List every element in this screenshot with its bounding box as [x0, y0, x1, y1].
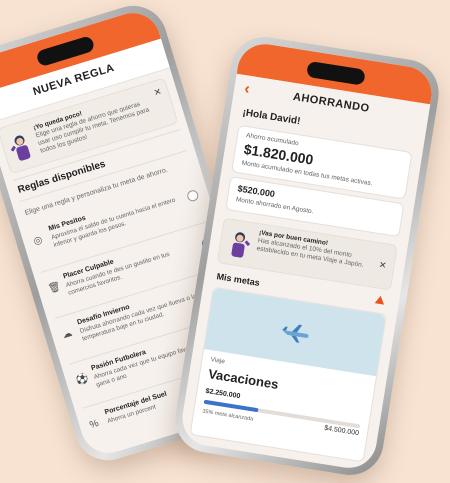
avatar-illustration	[5, 130, 38, 164]
banner-text: Elige una regla de ahorro que quieras us…	[34, 100, 151, 155]
dynamic-island	[306, 60, 366, 86]
goal-image	[204, 287, 386, 377]
goal-card[interactable]: Viaje Vacaciones $2.250.000 35% meta alc…	[189, 286, 387, 463]
goals-title: Mis metas	[215, 271, 261, 288]
close-icon[interactable]: ✕	[378, 259, 387, 271]
soccer-icon: ⚽	[74, 372, 91, 388]
cloud-icon: ☁	[60, 327, 74, 342]
goal-saved: $2.250.000	[205, 387, 241, 401]
avatar-illustration	[224, 228, 254, 260]
coins-icon: ◎	[32, 234, 44, 248]
rule-radio[interactable]	[185, 188, 200, 203]
percent-icon: %	[88, 417, 101, 432]
airplane-icon	[282, 324, 309, 343]
goal-name: Vacaciones	[207, 366, 280, 393]
trash-icon: 🗑	[46, 281, 63, 296]
close-icon[interactable]: ✕	[153, 86, 163, 99]
hiker-icon[interactable]: ⛰	[374, 292, 386, 308]
goal-category: Viaje	[210, 356, 226, 366]
monthly-caption: Monto ahorrado en Agosto.	[235, 196, 314, 216]
right-phone: ‹ AHORRANDO ¡Hola David! Ahorro acumulad…	[170, 32, 444, 480]
right-phone-screen: ‹ AHORRANDO ¡Hola David! Ahorro acumulad…	[178, 40, 436, 472]
